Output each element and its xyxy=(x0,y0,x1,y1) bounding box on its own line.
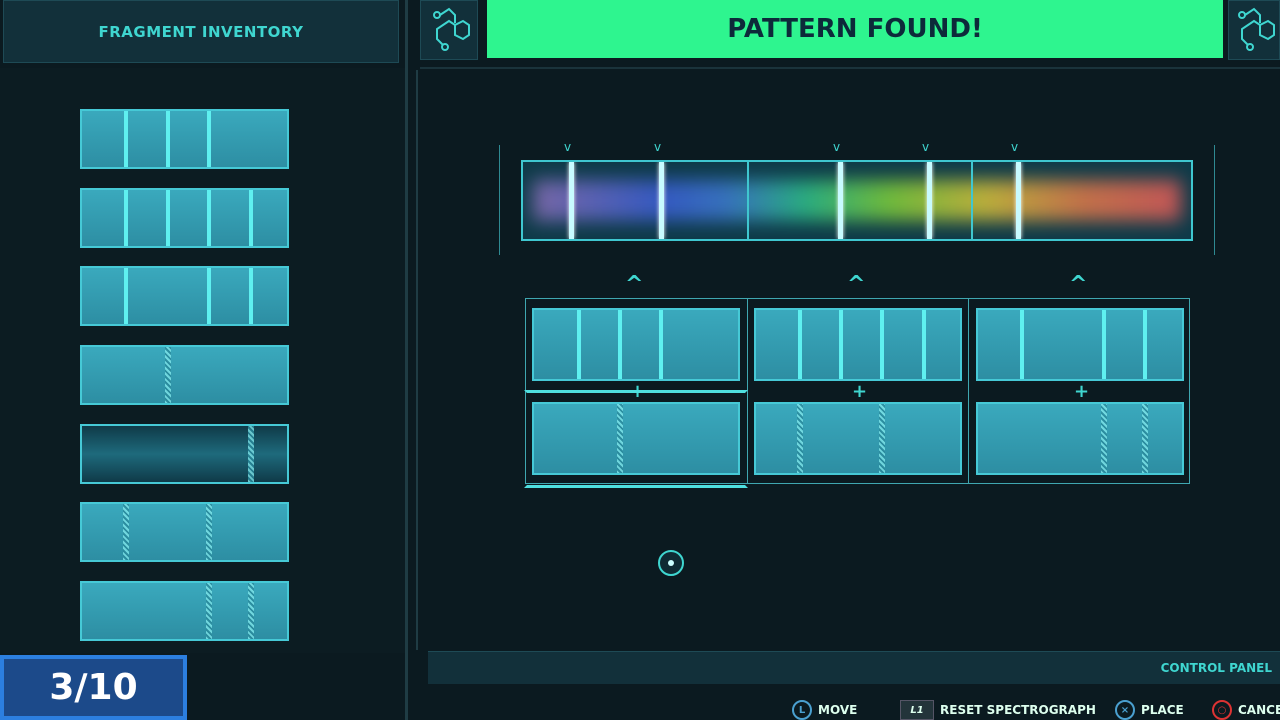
spectrum-divider xyxy=(747,162,749,239)
chevron-up-icon[interactable]: ^ xyxy=(625,272,643,297)
fragment-tile[interactable] xyxy=(80,345,289,405)
marker-caret-icon: v xyxy=(1011,140,1019,154)
spectrum-line xyxy=(927,162,932,239)
spectrum-line xyxy=(569,162,574,239)
fragment-hatched-line xyxy=(1142,404,1148,473)
fragment-line xyxy=(839,310,843,379)
chevron-up-icon[interactable]: ^ xyxy=(847,272,865,297)
fragment-hatched-line xyxy=(248,426,254,482)
place-hint[interactable]: × PLACE xyxy=(1115,700,1184,720)
spectrograph xyxy=(521,160,1193,241)
plus-icon: + xyxy=(1074,381,1090,402)
move-hint[interactable]: L MOVE xyxy=(792,700,857,720)
control-panel: CONTROL PANEL xyxy=(428,651,1280,684)
marker-caret-icon: v xyxy=(654,140,662,154)
pattern-found-banner: PATTERN FOUND! xyxy=(487,0,1223,58)
divider xyxy=(420,67,1280,69)
cancel-hint[interactable]: ○ CANCEL xyxy=(1212,700,1280,720)
fragment-line xyxy=(207,268,211,324)
progress-counter: 3/10 xyxy=(0,655,187,720)
placed-fragment-slot[interactable] xyxy=(976,402,1184,475)
hint-label: PLACE xyxy=(1141,703,1184,717)
hint-label: CANCEL xyxy=(1238,703,1280,717)
fragment-tile[interactable] xyxy=(80,424,289,484)
divider xyxy=(405,0,408,720)
fragment-line xyxy=(166,190,170,246)
fragment-line xyxy=(124,190,128,246)
fragment-line xyxy=(249,268,253,324)
fragment-hatched-line xyxy=(165,347,171,403)
divider xyxy=(416,70,418,650)
fragment-hatched-line xyxy=(206,504,212,560)
fragment-hatched-line xyxy=(206,583,212,639)
fragment-hatched-line xyxy=(123,504,129,560)
fragment-hatched-line xyxy=(248,583,254,639)
marker-caret-icon: v xyxy=(833,140,841,154)
inventory-header: FRAGMENT INVENTORY xyxy=(3,0,399,63)
selection-frame xyxy=(524,390,748,488)
fragment-line xyxy=(1102,310,1106,379)
fragment-line xyxy=(124,111,128,167)
molecule-icon xyxy=(420,0,478,60)
hint-label: MOVE xyxy=(818,703,858,717)
circle-button-icon: ○ xyxy=(1212,700,1232,720)
spectrum-gradient xyxy=(533,180,1181,221)
left-stick-icon: L xyxy=(792,700,812,720)
spectrum-divider xyxy=(971,162,973,239)
marker-caret-icon: v xyxy=(922,140,930,154)
fragment-line xyxy=(922,310,926,379)
spectrum-line xyxy=(1016,162,1021,239)
target-fragment xyxy=(532,308,740,381)
placed-fragment-slot[interactable] xyxy=(754,402,962,475)
chevron-up-icon[interactable]: ^ xyxy=(1069,272,1087,297)
fragment-line xyxy=(166,111,170,167)
cross-button-icon: × xyxy=(1115,700,1135,720)
l1-button-icon: L1 xyxy=(900,700,934,720)
control-panel-title: CONTROL PANEL xyxy=(1160,661,1272,675)
plus-icon: + xyxy=(852,381,868,402)
fragment-tile[interactable] xyxy=(80,266,289,326)
fragment-line xyxy=(880,310,884,379)
fragment-line xyxy=(207,190,211,246)
target-fragment xyxy=(976,308,1184,381)
fragment-line xyxy=(618,310,622,379)
fragment-tile[interactable] xyxy=(80,188,289,248)
target-fragment xyxy=(754,308,962,381)
fragment-hatched-line xyxy=(879,404,885,473)
fragment-tile[interactable] xyxy=(80,109,289,169)
hint-label: RESET SPECTROGRAPH xyxy=(940,703,1096,717)
fragment-hatched-line xyxy=(1101,404,1107,473)
fragment-tile[interactable] xyxy=(80,502,289,562)
reset-hint[interactable]: L1 RESET SPECTROGRAPH xyxy=(900,700,1096,720)
molecule-icon xyxy=(1228,0,1280,60)
fragment-tile[interactable] xyxy=(80,581,289,641)
spectrum-line xyxy=(659,162,664,239)
fragment-line xyxy=(249,190,253,246)
fragment-line xyxy=(1143,310,1147,379)
fragment-line xyxy=(659,310,663,379)
marker-caret-icon: v xyxy=(564,140,572,154)
fragment-line xyxy=(207,111,211,167)
fragment-line xyxy=(798,310,802,379)
cursor[interactable] xyxy=(658,550,684,576)
fragment-line xyxy=(124,268,128,324)
fragment-line xyxy=(1020,310,1024,379)
fragment-hatched-line xyxy=(797,404,803,473)
fragment-line xyxy=(577,310,581,379)
spectrum-line xyxy=(838,162,843,239)
slot-divider xyxy=(968,298,969,484)
